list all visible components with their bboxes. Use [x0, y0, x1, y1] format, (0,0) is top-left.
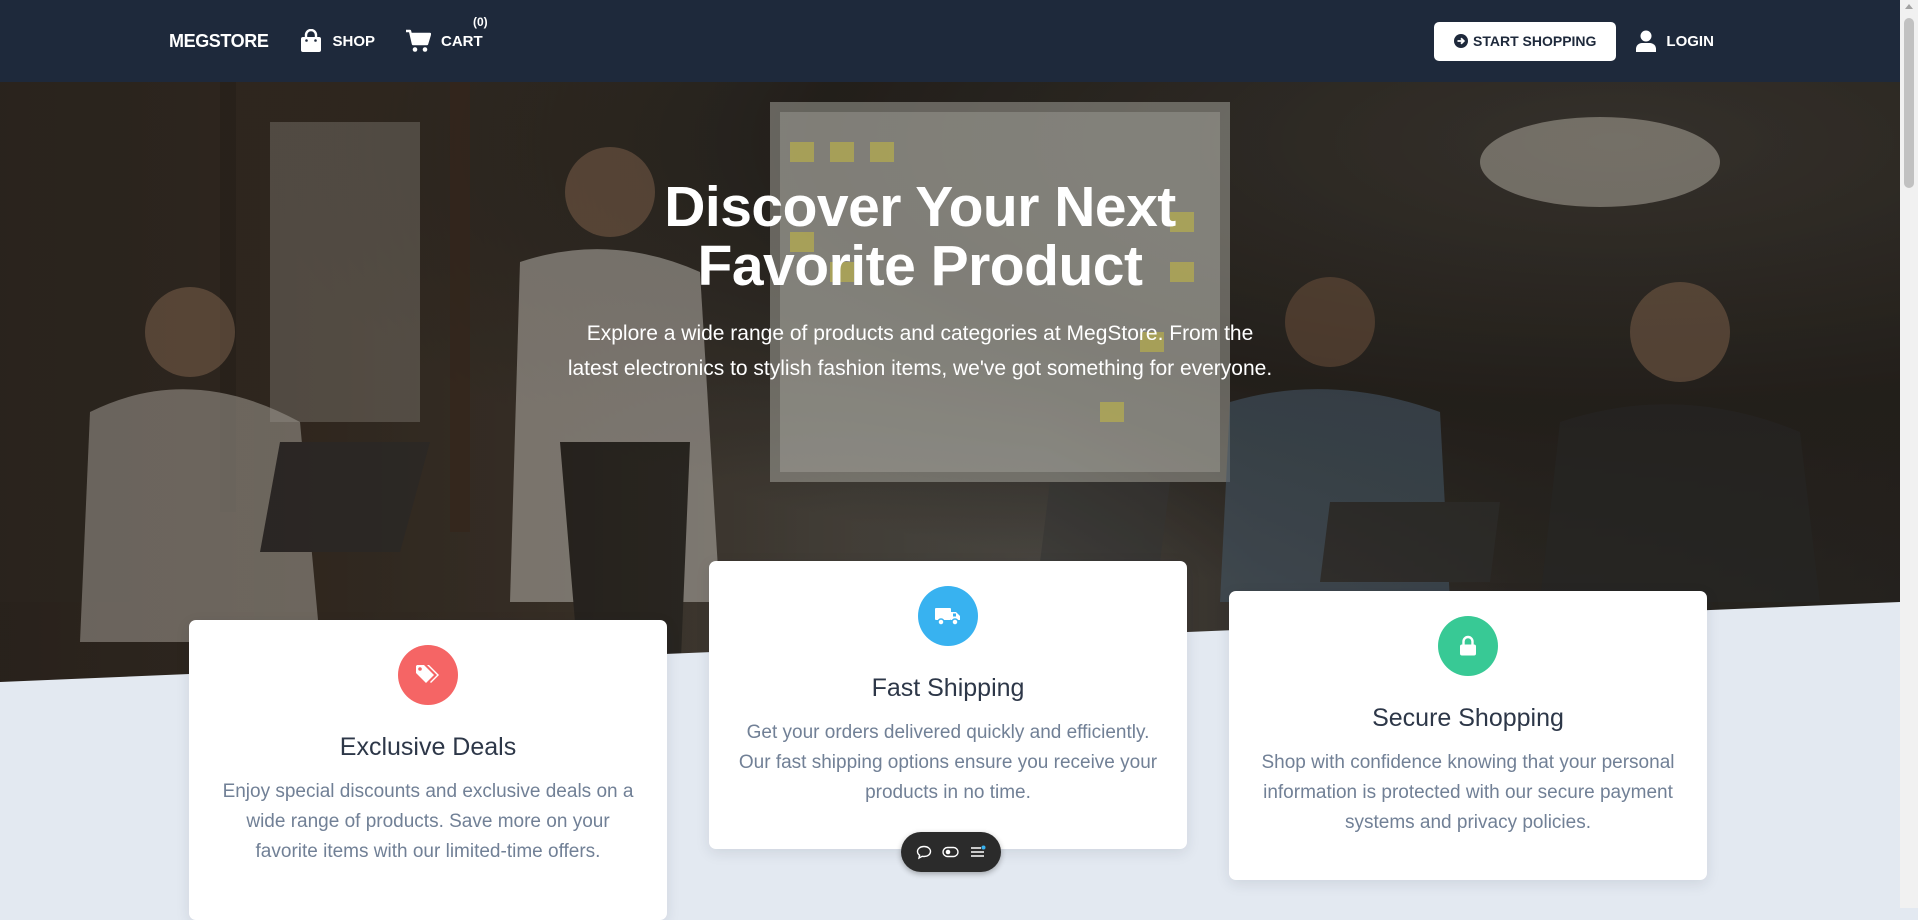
nav-shop-link[interactable]: SHOP: [300, 29, 375, 53]
feature-card-secure-shopping: Secure Shopping Shop with confidence kno…: [1229, 591, 1707, 880]
nav-cart-link[interactable]: CART (0): [405, 15, 488, 53]
nav-cart-label: CART: [441, 32, 483, 50]
shopping-bag-icon: [301, 29, 322, 52]
feature-icon-circle: [918, 586, 978, 646]
floating-toolbar: [901, 832, 1001, 872]
login-label: LOGIN: [1666, 32, 1714, 50]
nav-right-group: START SHOPPING LOGIN: [1434, 0, 1714, 82]
login-link[interactable]: LOGIN: [1636, 30, 1714, 52]
tags-icon: [416, 665, 439, 683]
truck-icon: [935, 608, 960, 626]
menu-list-icon[interactable]: [970, 845, 986, 859]
feature-card-exclusive-deals: Exclusive Deals Enjoy special discounts …: [189, 620, 667, 920]
feature-title: Secure Shopping: [1372, 704, 1564, 732]
brand-logo[interactable]: MEGSTORE: [169, 31, 269, 52]
nav-left-group: MEGSTORE SHOP CART (0): [169, 0, 513, 82]
start-shopping-button[interactable]: START SHOPPING: [1434, 21, 1617, 61]
scroll-up-arrow-icon[interactable]: [1905, 4, 1913, 9]
top-navbar: MEGSTORE SHOP CART (0) START SHOPPING LO…: [0, 0, 1900, 82]
feature-description: Enjoy special discounts and exclusive de…: [222, 781, 634, 862]
start-shopping-label: START SHOPPING: [1473, 33, 1597, 49]
nav-shop-label: SHOP: [332, 32, 375, 50]
feature-title: Fast Shipping: [871, 674, 1025, 702]
arrow-circle-right-icon: [1454, 34, 1468, 48]
feature-description: Shop with confidence knowing that your p…: [1261, 752, 1675, 833]
chat-bubble-icon[interactable]: [916, 845, 932, 860]
toggle-icon[interactable]: [942, 846, 960, 858]
page-scrollbar[interactable]: [1900, 0, 1918, 908]
lock-icon: [1460, 635, 1476, 656]
feature-icon-circle: [398, 645, 458, 705]
cart-icon: [406, 29, 431, 52]
feature-description: Get your orders delivered quickly and ef…: [738, 722, 1158, 803]
feature-icon-circle: [1438, 616, 1498, 676]
scrollbar-thumb[interactable]: [1904, 18, 1914, 188]
feature-title: Exclusive Deals: [339, 733, 517, 761]
cart-count-badge: (0): [473, 15, 488, 29]
user-icon: [1636, 30, 1657, 52]
feature-card-fast-shipping: Fast Shipping Get your orders delivered …: [709, 561, 1187, 849]
